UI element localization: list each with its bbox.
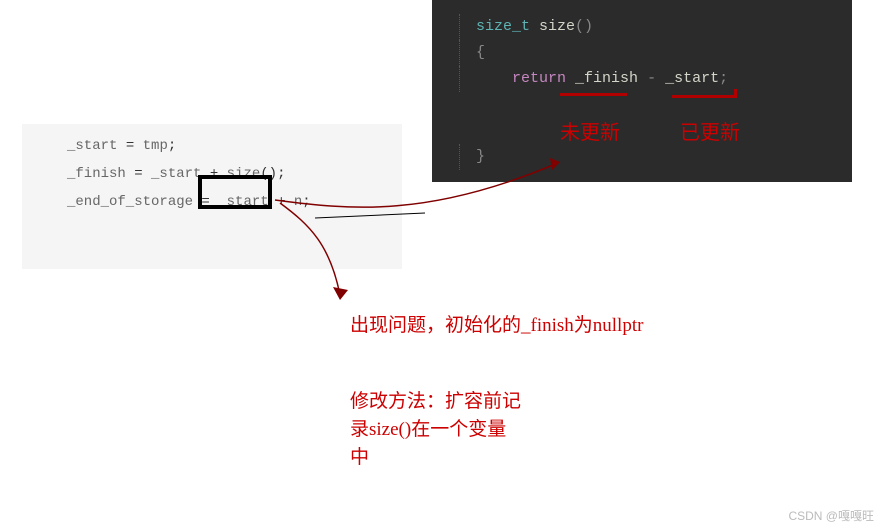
fix-line-1: 修改方法：扩容前记 bbox=[350, 388, 570, 416]
code-line-1: _start = tmp; bbox=[22, 132, 402, 160]
dark-code-block: size_t size() { return _finish - _start;… bbox=[432, 0, 852, 182]
annotation-problem: 出现问题，初始化的_finish为nullptr bbox=[350, 312, 643, 340]
dark-line-2: { bbox=[450, 40, 834, 66]
annotation-fix: 修改方法：扩容前记 录size()在一个变量 中 bbox=[350, 388, 570, 472]
fix-line-2: 录size()在一个变量 bbox=[350, 416, 570, 444]
label-not-updated: 未更新 bbox=[560, 116, 620, 145]
watermark: CSDN @嘎嘎旺 bbox=[788, 507, 874, 524]
label-updated: 已更新 bbox=[680, 116, 740, 145]
underline-finish bbox=[560, 93, 627, 96]
dark-line-1: size_t size() bbox=[450, 14, 834, 40]
dark-line-3: return _finish - _start; bbox=[450, 66, 834, 92]
code-line-3: _end_of_storage = _start + n; bbox=[22, 188, 402, 216]
dark-line-6: } bbox=[450, 144, 834, 170]
fix-line-3: 中 bbox=[350, 444, 570, 472]
code-line-2: _finish = _start + size(); bbox=[22, 160, 402, 188]
light-code-block: _start = tmp; _finish = _start + size();… bbox=[22, 124, 402, 269]
underline-start bbox=[672, 95, 737, 98]
dark-line-4 bbox=[450, 92, 834, 118]
dark-line-5 bbox=[450, 118, 834, 144]
